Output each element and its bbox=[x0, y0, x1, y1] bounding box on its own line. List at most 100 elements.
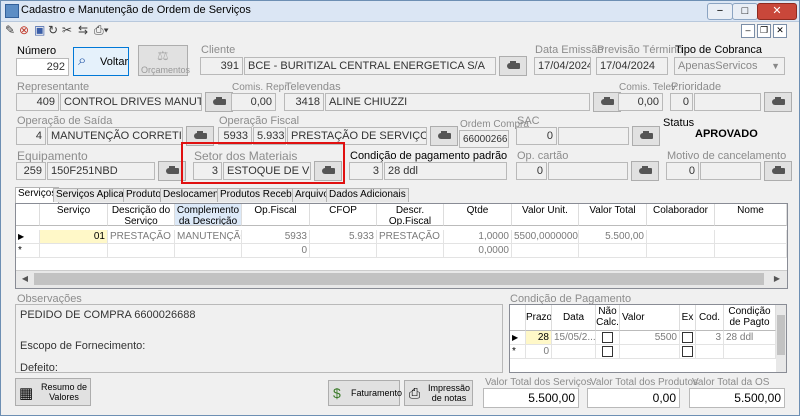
pg-header-valor[interactable]: Valor bbox=[620, 305, 680, 331]
grid-cell-descricao[interactable]: PRESTAÇÃO DE... bbox=[108, 230, 175, 244]
grid-cell-valor-unit[interactable] bbox=[512, 244, 579, 258]
equipamento-code-field[interactable]: 259 bbox=[16, 162, 46, 180]
grid-cell-descr-op[interactable] bbox=[377, 244, 444, 258]
mdi-restore-button[interactable]: ❐ bbox=[757, 24, 771, 38]
motivo-canc-code-field[interactable]: 0 bbox=[666, 162, 699, 180]
numero-field[interactable]: 292 bbox=[16, 58, 69, 76]
grid-header-colaborador[interactable]: Colaborador bbox=[647, 204, 715, 226]
comis-repr-field[interactable]: 0,00 bbox=[231, 93, 276, 111]
grid-header-qtde[interactable]: Qtde bbox=[444, 204, 512, 226]
operacao-saida-name-field[interactable]: MANUTENÇÃO CORRETIVA EM bbox=[47, 127, 183, 145]
grid-header-cfop[interactable]: CFOP bbox=[310, 204, 377, 226]
grid-header-descricao[interactable]: Descrição do Serviço bbox=[108, 204, 175, 226]
setor-lookup-button[interactable] bbox=[314, 161, 342, 181]
pg-cell-valor[interactable]: 5500 bbox=[620, 331, 680, 345]
grid-cell-complemento[interactable]: MANUTENÇÃO ... bbox=[175, 230, 242, 244]
cliente-code-field[interactable]: 391 bbox=[200, 57, 243, 75]
grid-cell-servico[interactable] bbox=[40, 244, 108, 258]
pg-cell-ex[interactable] bbox=[680, 345, 696, 359]
op-cartao-lookup-button[interactable] bbox=[631, 161, 659, 181]
setor-code-field[interactable]: 3 bbox=[193, 162, 222, 180]
grid-cell-colaborador[interactable] bbox=[647, 230, 715, 244]
save-icon[interactable]: ▣ bbox=[34, 22, 45, 38]
ordem-compra-field[interactable]: 660002668 bbox=[459, 130, 509, 148]
representante-lookup-button[interactable] bbox=[205, 92, 233, 112]
pg-cell-prazo[interactable]: 0 bbox=[526, 345, 552, 359]
pg-header-ex[interactable]: Ex bbox=[680, 305, 696, 331]
equipamento-name-field[interactable]: 150F251NBD bbox=[47, 162, 155, 180]
mdi-minimize-button[interactable]: – bbox=[741, 24, 755, 38]
grid-cell-nome[interactable] bbox=[715, 244, 787, 258]
mdi-close-button[interactable]: ✕ bbox=[773, 24, 787, 38]
data-emissao-field[interactable]: 17/04/2024 bbox=[534, 57, 591, 75]
prioridade-lookup-button[interactable] bbox=[764, 92, 792, 112]
scroll-right-icon[interactable]: ▶ bbox=[771, 273, 783, 285]
motivo-canc-lookup-button[interactable] bbox=[764, 161, 792, 181]
pg-cell-ex[interactable] bbox=[680, 331, 696, 345]
cliente-name-field[interactable]: BCE - BURITIZAL CENTRAL ENERGETICA S/A bbox=[244, 57, 496, 75]
grid-cell-colaborador[interactable] bbox=[647, 244, 715, 258]
refresh-icon[interactable]: ↻ bbox=[48, 22, 58, 38]
op-cartao-name-field[interactable] bbox=[548, 162, 628, 180]
tipo-cobranca-select[interactable]: ApenasServicos ▼ bbox=[674, 57, 785, 75]
voltar-button[interactable]: ⌕ Voltar bbox=[73, 47, 129, 76]
prioridade-name-field[interactable] bbox=[694, 93, 761, 111]
scroll-thumb[interactable] bbox=[777, 315, 785, 355]
resumo-valores-button[interactable]: ▦ Resumo de Valores bbox=[15, 378, 91, 406]
grid-cell-descricao[interactable] bbox=[108, 244, 175, 258]
faturamento-button[interactable]: $ Faturamento bbox=[328, 380, 402, 406]
setor-name-field[interactable]: ESTOQUE DE VENI bbox=[223, 162, 311, 180]
grid-header-valor-unit[interactable]: Valor Unit. bbox=[512, 204, 579, 226]
pg-cell-nao-calc[interactable] bbox=[596, 345, 620, 359]
grid-header-descr-op[interactable]: Descr. Op.Fiscal bbox=[377, 204, 444, 226]
grid-cell-valor-unit[interactable]: 5500,0000000000 bbox=[512, 230, 579, 244]
ex-checkbox[interactable] bbox=[682, 332, 693, 343]
servicos-grid[interactable]: Serviço Descrição do Serviço Complemento… bbox=[15, 203, 788, 289]
grid-header-valor-total[interactable]: Valor Total bbox=[579, 204, 647, 226]
edit-icon[interactable]: ✎ bbox=[5, 22, 15, 38]
pg-cell-prazo[interactable]: 28 bbox=[526, 331, 552, 345]
pg-vertical-scrollbar[interactable] bbox=[776, 305, 786, 372]
grid-cell-opfiscal[interactable]: 5933 bbox=[242, 230, 310, 244]
cond-pgto-name-field[interactable]: 28 ddl bbox=[384, 162, 507, 180]
cond-pgto-code-field[interactable]: 3 bbox=[349, 162, 383, 180]
pg-cell-condicao[interactable]: 28 ddl bbox=[724, 331, 776, 345]
grid-header-nome[interactable]: Nome bbox=[715, 204, 787, 226]
cond-pagamento-grid[interactable]: Prazo Data Não Calc. Valor Ex Cod. Condi… bbox=[509, 304, 787, 373]
grid-cell-qtde[interactable]: 0,0000 bbox=[444, 244, 512, 258]
orcamentos-button[interactable]: ⚖ Orçamentos bbox=[138, 45, 190, 76]
grid-header-opfiscal[interactable]: Op.Fiscal bbox=[242, 204, 310, 226]
ex-checkbox[interactable] bbox=[682, 346, 693, 357]
tab-dados-adicionais[interactable]: Dados Adicionais bbox=[326, 188, 409, 202]
op-cartao-code-field[interactable]: 0 bbox=[516, 162, 547, 180]
grid-cell-descr-op[interactable]: PRESTAÇÃO DE... bbox=[377, 230, 444, 244]
pg-cell-nao-calc[interactable] bbox=[596, 331, 620, 345]
pg-cell-condicao[interactable] bbox=[724, 345, 776, 359]
sac-lookup-button[interactable] bbox=[632, 126, 660, 146]
operacao-fiscal-lookup-button[interactable] bbox=[430, 126, 458, 146]
grid-cell-valor-total[interactable]: 5.500,00 bbox=[579, 230, 647, 244]
grid-cell-opfiscal[interactable]: 0 bbox=[242, 244, 310, 258]
operacao-saida-code-field[interactable]: 4 bbox=[16, 127, 46, 145]
impressao-notas-button[interactable]: ⎙ Impressão de notas bbox=[404, 380, 473, 406]
grid-cell-valor-total[interactable] bbox=[579, 244, 647, 258]
prioridade-code-field[interactable]: 0 bbox=[670, 93, 693, 111]
previsao-field[interactable]: 17/04/2024 bbox=[596, 57, 668, 75]
sac-name-field[interactable] bbox=[558, 127, 629, 145]
share-icon[interactable]: ⇆ bbox=[78, 22, 88, 38]
pg-cell-valor[interactable] bbox=[620, 345, 680, 359]
pg-header-prazo[interactable]: Prazo bbox=[526, 305, 552, 331]
cliente-lookup-button[interactable] bbox=[499, 56, 527, 76]
sac-code-field[interactable]: 0 bbox=[516, 127, 557, 145]
tools-icon[interactable]: ✂ bbox=[62, 22, 72, 38]
comis-telev-field[interactable]: 0,00 bbox=[618, 93, 663, 111]
scroll-left-icon[interactable]: ◀ bbox=[19, 273, 31, 285]
pg-header-condicao[interactable]: Condição de Pagto bbox=[724, 305, 776, 331]
print-icon[interactable]: ⎙▾ bbox=[94, 22, 109, 38]
minimize-button[interactable]: − bbox=[707, 3, 733, 20]
observacoes-textarea[interactable]: PEDIDO DE COMPRA 6600026688 Escopo de Fo… bbox=[15, 304, 503, 373]
televendas-code-field[interactable]: 3418 bbox=[284, 93, 324, 111]
televendas-name-field[interactable]: ALINE CHIUZZI bbox=[325, 93, 590, 111]
close-button[interactable]: ✕ bbox=[757, 3, 797, 20]
grid-cell-servico[interactable]: 01 bbox=[40, 230, 108, 244]
